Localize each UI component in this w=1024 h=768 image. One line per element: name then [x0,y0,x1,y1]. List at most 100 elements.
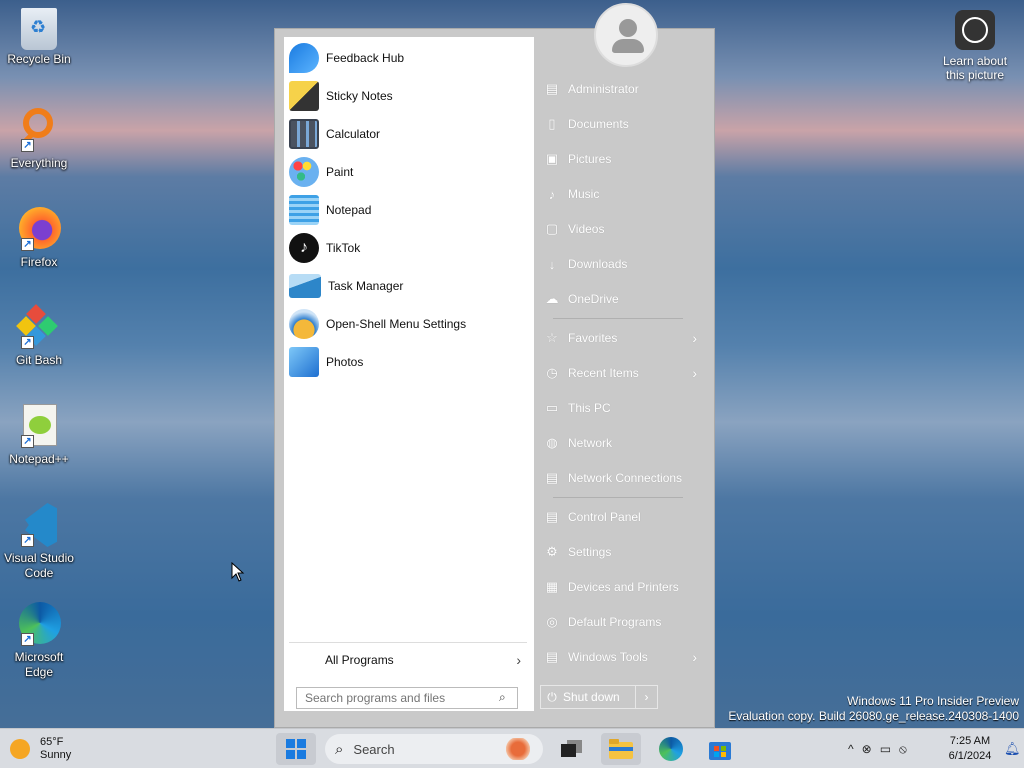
programs-pane: Feedback Hub Sticky Notes Calculator Pai… [284,37,534,711]
shutdown-button[interactable]: ⏻ Shut down › [540,685,658,709]
default-programs-icon: ◎ [546,614,558,629]
learn-about-label: Learn about this picture [942,54,1008,82]
desktop-icon-label: Recycle Bin [7,52,71,66]
pictures-icon: ▣ [545,151,559,166]
menu-item-devices-printers[interactable]: ▦ Devices and Printers [542,572,707,602]
menu-item-label: Music [568,187,600,201]
sun-icon [10,739,30,759]
program-sticky-notes[interactable]: Sticky Notes [289,79,529,113]
windows-logo-icon [286,739,306,759]
chevron-right-icon: › [516,651,521,668]
program-label: Paint [326,165,354,179]
git-bash-icon: ↗ [15,303,63,351]
paint-icon [289,157,319,187]
search-programs-input[interactable] [296,687,518,709]
menu-item-onedrive[interactable]: ☁ OneDrive [542,284,707,314]
network-status-icon[interactable]: ⊗ [862,742,872,756]
program-label: Calculator [326,127,381,141]
windows-tools-icon: ▤ [545,649,559,664]
shortcut-arrow-icon: ↗ [21,435,34,448]
gear-icon: ⚙ [546,544,558,559]
desktop-icon-recycle-bin[interactable]: ♻ Recycle Bin [0,8,78,67]
desktop-icon-vscode[interactable]: ↗ Visual Studio Code [0,501,78,581]
music-icon: ♪ [548,186,556,202]
all-programs-button[interactable]: All Programs › [289,642,527,676]
menu-item-music[interactable]: ♪ Music [542,179,707,209]
display-icon[interactable]: ▭ [880,742,891,756]
user-head-icon [619,19,637,37]
desktop-icon-git-bash[interactable]: ↗ Git Bash [0,303,78,368]
menu-item-label: Settings [568,545,612,559]
watermark-line1: Windows 11 Pro Insider Preview [847,694,1019,708]
taskbar-search-box[interactable]: ⌕ Search [325,734,543,764]
desktop-icon-label: Visual Studio Code [4,551,74,580]
weather-widget[interactable]: 65°F Sunny [10,736,71,762]
search-icon: ⌕ [335,740,344,758]
watermark-line2: Evaluation copy. Build 26080.ge_release.… [728,709,1019,723]
shortcut-arrow-icon: ↗ [21,139,34,152]
user-avatar[interactable] [594,3,658,67]
desktop-icon-label: Notepad++ [9,452,69,466]
desktop-icon-label: Firefox [20,255,58,269]
shortcut-arrow-icon: ↗ [21,238,34,251]
computer-icon: ▭ [545,400,559,415]
program-tiktok[interactable]: ♪ TikTok [289,231,529,265]
clock-icon: ◷ [546,365,558,380]
videos-icon: ▢ [545,221,559,236]
program-notepad[interactable]: Notepad [289,193,529,227]
notification-bell-icon[interactable]: 🔔︎ [1004,741,1021,757]
program-feedback-hub[interactable]: Feedback Hub [289,41,529,75]
menu-item-videos[interactable]: ▢ Videos [542,214,707,244]
desktop-icon-firefox[interactable]: ↗ Firefox [0,205,78,270]
calculator-icon [289,119,319,149]
menu-item-recent-items[interactable]: ◷ Recent Items › [542,358,707,388]
menu-item-label: Network [568,436,613,450]
shortcut-arrow-icon: ↗ [21,633,34,646]
menu-item-administrator[interactable]: ▤ Administrator [542,74,707,104]
learn-about-picture[interactable]: Learn about this picture [940,10,1010,82]
menu-item-this-pc[interactable]: ▭ This PC [542,393,707,423]
program-label: Open-Shell Menu Settings [326,317,467,331]
start-button[interactable] [276,733,316,765]
menu-item-network[interactable]: ◍ Network [542,428,707,458]
chevron-up-icon[interactable]: ^ [848,742,854,756]
search-highlight-icon [505,738,531,760]
menu-item-pictures[interactable]: ▣ Pictures [542,144,707,174]
file-explorer-button[interactable] [601,733,641,765]
menu-item-settings[interactable]: ⚙ Settings [542,537,707,567]
desktop-icon-everything[interactable]: ↗ Everything [0,106,78,171]
menu-item-label: Videos [568,222,605,236]
folder-icon [609,739,633,759]
downloads-icon: ↓ [548,256,556,272]
menu-item-windows-tools[interactable]: ▤ Windows Tools › [542,642,707,672]
menu-item-control-panel[interactable]: ▤ Control Panel [542,502,707,532]
desktop-icon-edge[interactable]: ↗ Microsoft Edge [0,600,78,680]
menu-item-favorites[interactable]: ☆ Favorites › [542,323,707,353]
power-icon: ⏻ [547,689,557,704]
menu-item-default-programs[interactable]: ◎ Default Programs [542,607,707,637]
start-menu: Feedback Hub Sticky Notes Calculator Pai… [274,3,715,728]
network-connections-icon: ▤ [545,470,559,485]
program-task-manager[interactable]: Task Manager [289,269,529,303]
menu-item-documents[interactable]: ▯ Documents [542,109,707,139]
feedback-hub-icon [289,43,319,73]
menu-item-downloads[interactable]: ↓ Downloads [542,249,707,279]
menu-item-network-connections[interactable]: ▤ Network Connections [542,463,707,493]
program-photos[interactable]: Photos [289,345,529,379]
taskbar-clock[interactable]: 7:25 AM 6/1/2024 [940,734,1000,764]
shutdown-options-arrow-icon[interactable]: › [635,686,657,708]
program-paint[interactable]: Paint [289,155,529,189]
desktop-icon-notepad-plus-plus[interactable]: ↗ Notepad++ [0,402,78,467]
search-icon: ⌕ [499,690,506,704]
store-taskbar-button[interactable] [700,733,740,765]
desktop-icon-label: Git Bash [15,353,63,367]
volume-muted-icon[interactable]: ⦸ [899,742,907,757]
program-calculator[interactable]: Calculator [289,117,529,151]
program-label: Feedback Hub [326,51,405,65]
program-open-shell-settings[interactable]: Open-Shell Menu Settings [289,307,529,341]
menu-item-label: Documents [568,117,629,131]
weather-desc: Sunny [40,749,72,761]
weather-temp: 65°F [40,736,64,748]
task-view-button[interactable] [552,733,592,765]
edge-taskbar-button[interactable] [651,733,691,765]
